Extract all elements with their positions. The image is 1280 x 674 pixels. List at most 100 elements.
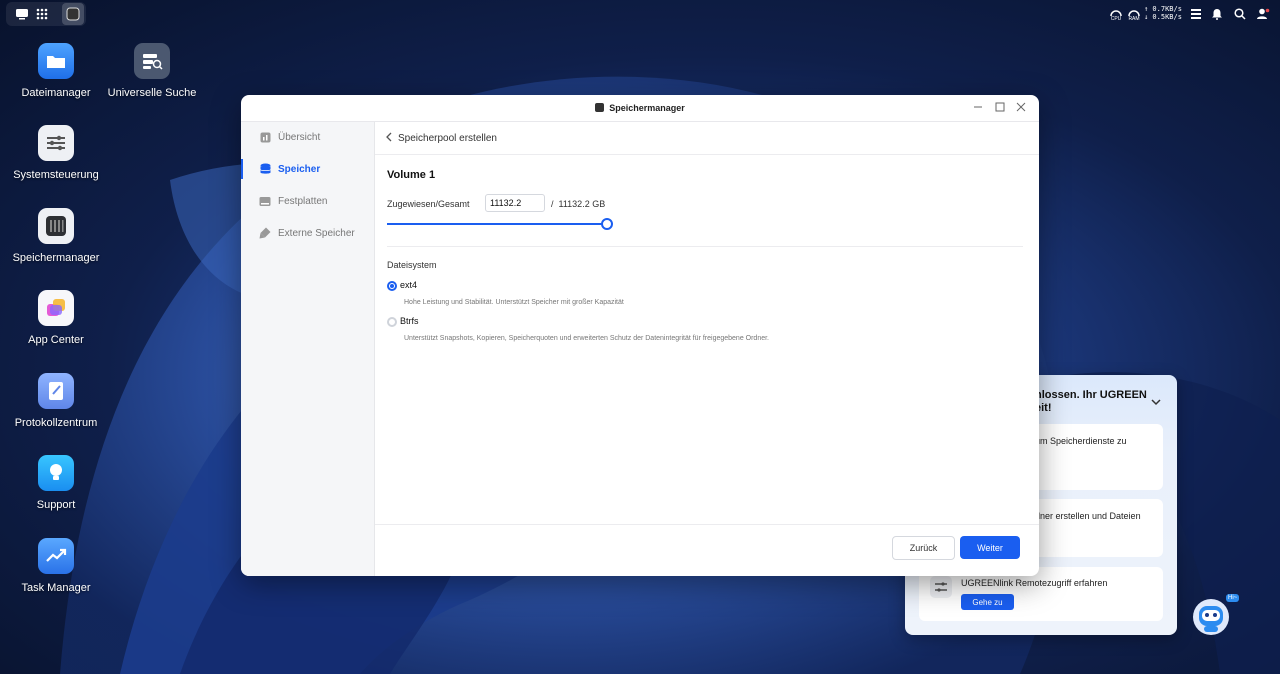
assistant-heading-line2: eit!	[1035, 402, 1052, 414]
sidebar-item-label: Externe Speicher	[278, 227, 355, 239]
radio-ext4[interactable]	[387, 281, 397, 291]
desktop-icon-label: Universelle Suche	[107, 87, 197, 99]
maximize-button[interactable]	[992, 100, 1008, 116]
widgets-button[interactable]	[1185, 3, 1207, 25]
goto-button[interactable]: Gehe zu	[961, 594, 1014, 610]
desktop-icon-label: Dateimanager	[21, 87, 91, 99]
footer: Zurück Weiter	[375, 524, 1039, 576]
sidebar-item-festplatten[interactable]: Festplatten	[241, 187, 374, 215]
fs-option-desc: Unterstützt Snapshots, Kopieren, Speiche…	[404, 335, 769, 342]
log-icon	[38, 373, 74, 409]
desktop-icon-label: Systemsteuerung	[13, 169, 99, 181]
desktop-icon-label: Speichermanager	[12, 252, 100, 264]
breadcrumb-title: Speicherpool erstellen	[398, 133, 497, 144]
capacity-slider[interactable]	[387, 217, 613, 231]
back-button[interactable]: Zurück	[892, 536, 955, 560]
folder-icon	[38, 43, 74, 79]
search-server-icon	[134, 43, 170, 79]
window-titlebar[interactable]: Speichermanager	[241, 95, 1039, 122]
desktop-icon-app-center[interactable]: App Center	[8, 290, 104, 346]
overview-icon	[259, 131, 271, 143]
desktop-icon-universelle-suche[interactable]: Universelle Suche	[104, 43, 200, 99]
radio-btrfs[interactable]	[387, 317, 397, 327]
ram-label: RAM	[1128, 15, 1140, 22]
sliders-icon	[38, 125, 74, 161]
sidebar-item-externe-speicher[interactable]: Externe Speicher	[241, 219, 374, 247]
maximize-icon	[995, 102, 1005, 112]
sidebar: Übersicht Speicher Festplatten Externe S…	[241, 122, 375, 576]
total-capacity: / 11132.2 GB	[551, 199, 606, 209]
next-button[interactable]: Weiter	[960, 536, 1020, 559]
assistant-bot-button[interactable]: Hi~	[1190, 594, 1240, 638]
cpu-indicator[interactable]: CPU	[1107, 3, 1125, 25]
list-icon	[1191, 9, 1201, 19]
search-icon	[1234, 8, 1246, 20]
window-title-text: Speichermanager	[609, 103, 685, 113]
sidebar-item-label: Festplatten	[278, 195, 328, 207]
sidebar-item-label: Speicher	[278, 163, 321, 175]
app-center-icon	[38, 290, 74, 326]
assistant-card-text: UGREENlink Remotezugriff erfahren	[961, 578, 1108, 588]
storage-manager-icon	[38, 208, 74, 244]
desktop-icon-label: Support	[36, 499, 76, 511]
sidebar-item-uebersicht[interactable]: Übersicht	[241, 123, 374, 151]
hard-disk-icon	[259, 195, 271, 207]
notifications-button[interactable]	[1206, 3, 1228, 25]
app-icon	[595, 103, 605, 112]
fs-option-desc: Hohe Leistung und Stabilität. Unterstütz…	[404, 299, 624, 306]
lightbulb-icon	[38, 455, 74, 491]
fs-option-label: Btrfs	[400, 316, 419, 326]
window-title: Speichermanager	[241, 103, 1039, 113]
download-speed: ↓ 0.5KB/s	[1144, 13, 1182, 21]
desktop-icon-label: Protokollzentrum	[14, 417, 98, 429]
divider	[387, 246, 1023, 247]
desktop-icon-support[interactable]: Support	[8, 455, 104, 511]
alloc-label: Zugewiesen/Gesamt	[387, 199, 470, 209]
user-icon	[1257, 8, 1270, 19]
close-button[interactable]	[1013, 100, 1029, 116]
top-bar: CPU RAM ↑ 0.7KB/s ↓ 0.5KB/s	[0, 0, 1280, 28]
assistant-card-text: um Speicherdienste zu	[1035, 436, 1127, 446]
database-icon	[259, 163, 271, 175]
assistant-card-text: dner erstellen und Dateien	[1035, 511, 1141, 521]
close-icon	[1016, 102, 1026, 112]
filesystem-label: Dateisystem	[387, 260, 437, 270]
collapse-button[interactable]	[1150, 394, 1164, 408]
chevron-down-icon	[1151, 399, 1161, 406]
assistant-heading: hlossen. Ihr UGREEN eit!	[1035, 389, 1147, 415]
cpu-label: CPU	[1110, 15, 1122, 22]
desktop-icon-speichermanager[interactable]: Speichermanager	[8, 208, 104, 264]
gauge-icon	[1110, 9, 1122, 16]
sliders-icon	[930, 576, 952, 598]
desktop-icon-task-manager[interactable]: Task Manager	[8, 538, 104, 594]
sidebar-item-speicher[interactable]: Speicher	[241, 155, 374, 183]
search-button[interactable]	[1229, 3, 1251, 25]
sidebar-item-label: Übersicht	[278, 131, 321, 143]
taskbar-speichermanager[interactable]	[62, 3, 84, 25]
desktop-icon-dateimanager[interactable]: Dateimanager	[8, 43, 104, 99]
minimize-button[interactable]	[970, 100, 986, 116]
content-area: Speicherpool erstellen Volume 1 Zugewies…	[375, 122, 1039, 576]
volume-title: Volume 1	[387, 169, 436, 181]
show-desktop-button[interactable]	[11, 3, 33, 25]
desktop-icon-systemsteuerung[interactable]: Systemsteuerung	[8, 125, 104, 181]
assistant-heading-line1: hlossen. Ihr UGREEN	[1035, 389, 1147, 401]
gauge-icon	[1128, 9, 1140, 16]
bell-icon	[1212, 9, 1222, 20]
ram-indicator[interactable]: RAM	[1125, 3, 1143, 25]
storage-manager-icon	[66, 7, 80, 21]
slider-thumb[interactable]	[601, 218, 613, 230]
slider-fill	[387, 223, 607, 225]
user-button[interactable]	[1252, 3, 1274, 25]
bot-badge: Hi~	[1226, 594, 1240, 602]
desktop-icon-label: Task Manager	[21, 582, 91, 594]
grid-icon	[36, 8, 48, 20]
desktop-icon-protokollzentrum[interactable]: Protokollzentrum	[8, 373, 104, 429]
app-grid-button[interactable]	[31, 3, 53, 25]
fs-option-label: ext4	[400, 280, 418, 290]
back-arrow-button[interactable]	[385, 132, 397, 144]
alloc-input[interactable]	[485, 194, 545, 212]
desktop-icon	[16, 9, 28, 20]
network-speed[interactable]: ↑ 0.7KB/s ↓ 0.5KB/s	[1144, 5, 1182, 21]
chevron-left-icon	[386, 132, 392, 142]
